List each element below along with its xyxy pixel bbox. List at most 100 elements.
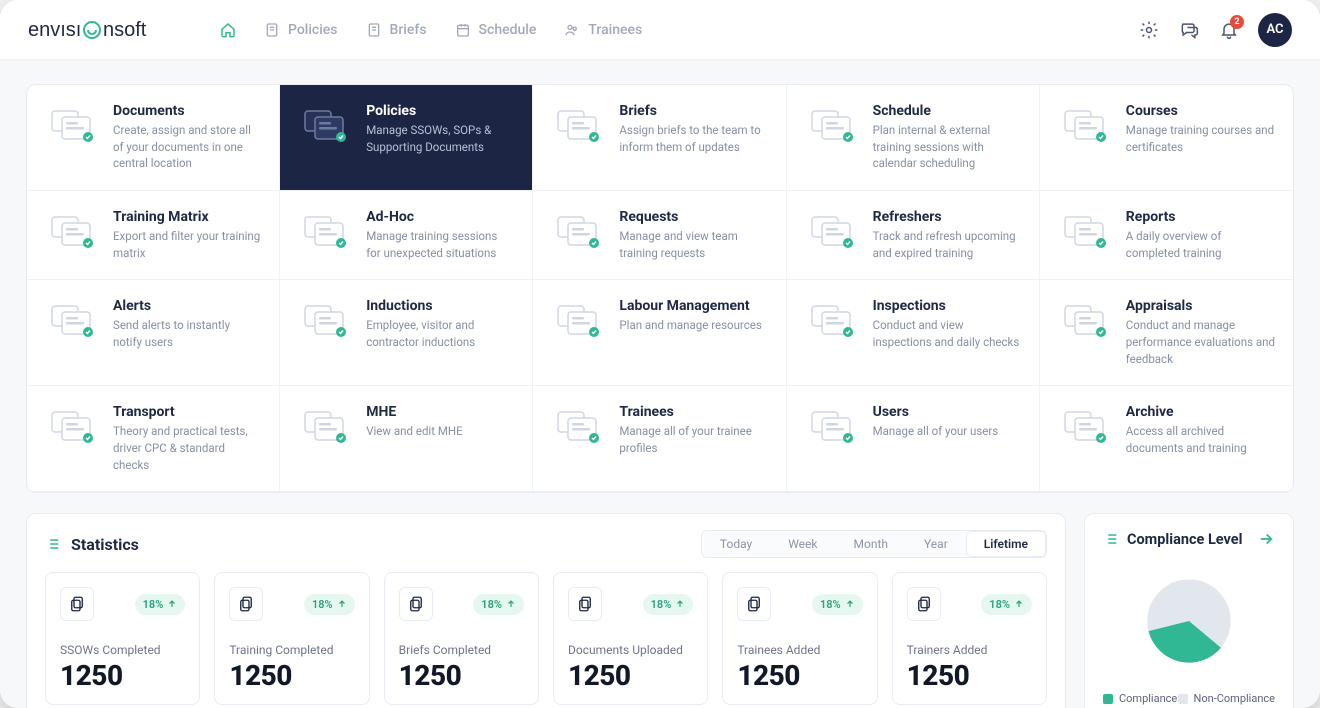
tile-title: Ad-Hoc <box>366 209 514 225</box>
page-body: Documents Create, assign and store all o… <box>0 60 1320 708</box>
stat-cards: 18% SSOWs Completed 1250 18% Training Co… <box>45 572 1047 705</box>
module-tile-training-matrix[interactable]: Training Matrix Export and filter your t… <box>27 191 280 280</box>
document-icon <box>229 587 263 621</box>
module-tile-transport[interactable]: Transport Theory and practical tests, dr… <box>27 386 280 492</box>
tile-title: Documents <box>113 103 261 119</box>
nav-policies[interactable]: Policies <box>252 16 350 44</box>
range-tab-lifetime[interactable]: Lifetime <box>966 531 1046 557</box>
tile-title: Inspections <box>873 298 1021 314</box>
tile-icon <box>805 406 859 446</box>
module-tile-appraisals[interactable]: Appraisals Conduct and manage performanc… <box>1040 280 1293 386</box>
compliance-legend: Compliance Non-Compliance <box>1103 692 1275 705</box>
tile-desc: Track and refresh upcoming and expired t… <box>873 228 1021 261</box>
tile-desc: A daily overview of completed training <box>1126 228 1275 261</box>
stat-value: 1250 <box>399 659 524 692</box>
module-tile-schedule[interactable]: Schedule Plan internal & external traini… <box>787 85 1040 191</box>
module-tile-archive[interactable]: Archive Access all archived documents an… <box>1040 386 1293 492</box>
tile-icon <box>45 406 99 446</box>
header: envısı nsoft Policies <box>0 0 1320 60</box>
compliance-pie <box>1103 560 1275 686</box>
tile-desc: Manage training courses and certificates <box>1126 122 1275 155</box>
notifications-button[interactable]: 2 <box>1218 19 1240 41</box>
tile-icon <box>45 300 99 340</box>
stat-value: 1250 <box>229 659 354 692</box>
tile-icon <box>805 211 859 251</box>
module-tile-requests[interactable]: Requests Manage and view team training r… <box>533 191 786 280</box>
stat-card-training-completed[interactable]: 18% Training Completed 1250 <box>214 572 369 705</box>
module-tile-trainees[interactable]: Trainees Manage all of your trainee prof… <box>533 386 786 492</box>
range-tab-today[interactable]: Today <box>702 531 770 557</box>
stat-card-trainees-added[interactable]: 18% Trainees Added 1250 <box>722 572 877 705</box>
gear-icon <box>1139 20 1159 40</box>
document-icon <box>399 587 433 621</box>
doc-icon <box>366 22 382 38</box>
chat-button[interactable] <box>1178 19 1200 41</box>
tile-title: Refreshers <box>873 209 1021 225</box>
tile-icon <box>298 211 352 251</box>
range-tab-week[interactable]: Week <box>770 531 835 557</box>
range-tabs: TodayWeekMonthYearLifetime <box>701 530 1047 558</box>
document-icon <box>737 587 771 621</box>
tile-desc: Send alerts to instantly notify users <box>113 317 261 350</box>
module-tile-courses[interactable]: Courses Manage training courses and cert… <box>1040 85 1293 191</box>
stat-value: 1250 <box>907 659 1032 692</box>
avatar[interactable]: AC <box>1258 13 1292 47</box>
range-tab-month[interactable]: Month <box>836 531 906 557</box>
stat-label: Documents Uploaded <box>568 643 693 657</box>
module-tile-users[interactable]: Users Manage all of your users <box>787 386 1040 492</box>
brand-logo[interactable]: envısı nsoft <box>28 17 198 43</box>
module-tile-reports[interactable]: Reports A daily overview of completed tr… <box>1040 191 1293 280</box>
bottom-row: Statistics TodayWeekMonthYearLifetime 18… <box>26 513 1294 708</box>
tile-desc: Plan and manage resources <box>619 317 767 334</box>
svg-text:nsoft: nsoft <box>103 19 147 41</box>
range-tab-year[interactable]: Year <box>906 531 966 557</box>
tile-title: Labour Management <box>619 298 767 314</box>
legend-noncompliance: Non-Compliance <box>1178 692 1276 705</box>
nav-home[interactable] <box>208 16 248 44</box>
nav-schedule[interactable]: Schedule <box>443 16 549 44</box>
module-tile-documents[interactable]: Documents Create, assign and store all o… <box>27 85 280 191</box>
nav-label: Policies <box>288 22 338 38</box>
stat-card-briefs-completed[interactable]: 18% Briefs Completed 1250 <box>384 572 539 705</box>
settings-button[interactable] <box>1138 19 1160 41</box>
delta-pill: 18% <box>981 594 1032 615</box>
document-icon <box>907 587 941 621</box>
stat-value: 1250 <box>568 659 693 692</box>
tile-title: Inductions <box>366 298 514 314</box>
tile-desc: Conduct and view inspections and daily c… <box>873 317 1021 350</box>
compliance-open-button[interactable] <box>1257 530 1275 548</box>
module-tile-inspections[interactable]: Inspections Conduct and view inspections… <box>787 280 1040 386</box>
nav-label: Trainees <box>588 22 642 38</box>
document-icon <box>60 587 94 621</box>
tile-icon <box>551 406 605 446</box>
stat-value: 1250 <box>737 659 862 692</box>
module-tile-labour-management[interactable]: Labour Management Plan and manage resour… <box>533 280 786 386</box>
tile-desc: Manage all of your trainee profiles <box>619 423 767 456</box>
stat-card-trainers-added[interactable]: 18% Trainers Added 1250 <box>892 572 1047 705</box>
module-tile-policies[interactable]: Policies Manage SSOWs, SOPs & Supporting… <box>280 85 533 191</box>
module-tile-inductions[interactable]: Inductions Employee, visitor and contrac… <box>280 280 533 386</box>
tile-desc: Conduct and manage performance evaluatio… <box>1126 317 1275 367</box>
tile-title: Briefs <box>619 103 767 119</box>
tile-icon <box>298 406 352 446</box>
svg-text:envısı: envısı <box>28 19 81 41</box>
app-window: envısı nsoft Policies <box>0 0 1320 708</box>
nav-briefs[interactable]: Briefs <box>354 16 439 44</box>
stat-card-ssows-completed[interactable]: 18% SSOWs Completed 1250 <box>45 572 200 705</box>
tile-title: Users <box>873 404 1021 420</box>
nav-trainees[interactable]: Trainees <box>552 16 654 44</box>
module-tile-alerts[interactable]: Alerts Send alerts to instantly notify u… <box>27 280 280 386</box>
tile-title: Trainees <box>619 404 767 420</box>
tile-title: Policies <box>366 103 514 119</box>
stat-card-documents-uploaded[interactable]: 18% Documents Uploaded 1250 <box>553 572 708 705</box>
tile-icon <box>805 300 859 340</box>
module-tile-mhe[interactable]: MHE View and edit MHE <box>280 386 533 492</box>
nav-label: Briefs <box>390 22 427 38</box>
tile-desc: Plan internal & external training sessio… <box>873 122 1021 172</box>
module-tile-refreshers[interactable]: Refreshers Track and refresh upcoming an… <box>787 191 1040 280</box>
module-tile-briefs[interactable]: Briefs Assign briefs to the team to info… <box>533 85 786 191</box>
tile-desc: Create, assign and store all of your doc… <box>113 122 261 172</box>
doc-icon <box>264 22 280 38</box>
module-tile-ad-hoc[interactable]: Ad-Hoc Manage training sessions for unex… <box>280 191 533 280</box>
tile-icon <box>551 211 605 251</box>
